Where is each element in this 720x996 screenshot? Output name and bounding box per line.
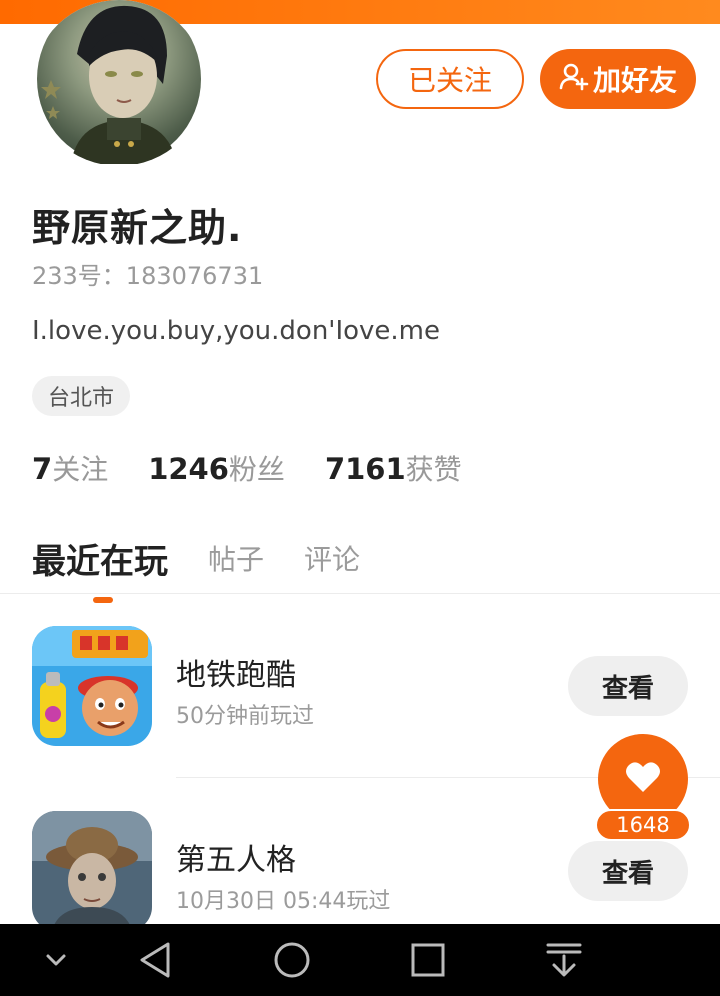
tab-comments[interactable]: 评论: [304, 538, 360, 578]
like-count-badge: 1648: [595, 809, 691, 841]
add-friend-button[interactable]: 加好友: [540, 49, 696, 109]
tab-posts[interactable]: 帖子: [208, 538, 264, 578]
followed-button[interactable]: 已关注: [376, 49, 524, 109]
avatar-image: [37, 0, 201, 164]
following-stat[interactable]: 7 关注: [32, 448, 108, 488]
game-name: 地铁跑酷: [176, 658, 296, 693]
likes-count: 7161: [324, 452, 406, 486]
username: 野原新之助.: [32, 206, 243, 250]
view-game-button[interactable]: 查看: [568, 656, 688, 716]
location-label: 台北市: [48, 386, 115, 411]
likes-stat[interactable]: 7161 获赞: [325, 448, 462, 488]
followers-count: 1246: [148, 452, 229, 486]
back-icon[interactable]: [132, 936, 180, 984]
profile-tabs: 最近在玩 帖子 评论: [32, 528, 400, 603]
active-tab-indicator: [93, 596, 113, 603]
add-user-icon: [559, 61, 593, 98]
followers-stat[interactable]: 1246 粉丝: [148, 448, 285, 488]
game-last-played: 50分钟前玩过: [176, 704, 314, 729]
system-nav-bar: [0, 924, 720, 996]
subway-surfers-icon: [32, 626, 152, 746]
tab-recently-played[interactable]: 最近在玩: [32, 534, 168, 603]
game-name: 第五人格: [176, 843, 296, 878]
game-last-played: 10月30日 05:44玩过: [176, 889, 391, 914]
likes-label: 获赞: [405, 453, 462, 486]
heart-icon: [623, 757, 663, 801]
add-friend-button-label: 加好友: [592, 64, 677, 97]
following-count: 7: [32, 452, 53, 486]
followers-label: 粉丝: [228, 453, 285, 486]
tab-comments-label: 评论: [304, 543, 361, 576]
tabs-divider: [0, 593, 720, 594]
view-game-button-label: 查看: [601, 858, 654, 889]
chevron-down-icon[interactable]: [32, 936, 80, 984]
avatar[interactable]: [33, 0, 205, 166]
notification-pull-down-icon[interactable]: [540, 936, 588, 984]
identity-v-icon: [32, 811, 152, 931]
location-chip[interactable]: 台北市: [32, 376, 131, 416]
view-game-button[interactable]: 查看: [568, 841, 688, 901]
following-label: 关注: [52, 453, 109, 486]
tab-recently-played-label: 最近在玩: [32, 541, 168, 582]
bio: I.love.you.buy,you.don'Iove.me: [32, 316, 441, 346]
stats-row: 7 关注 1246 粉丝 7161 获赞: [32, 448, 502, 488]
tab-posts-label: 帖子: [208, 543, 265, 576]
recents-icon[interactable]: [404, 936, 452, 984]
account-id: 233号：183076731: [32, 262, 264, 290]
view-game-button-label: 查看: [601, 673, 654, 704]
home-icon[interactable]: [268, 936, 316, 984]
followed-button-label: 已关注: [407, 64, 492, 97]
